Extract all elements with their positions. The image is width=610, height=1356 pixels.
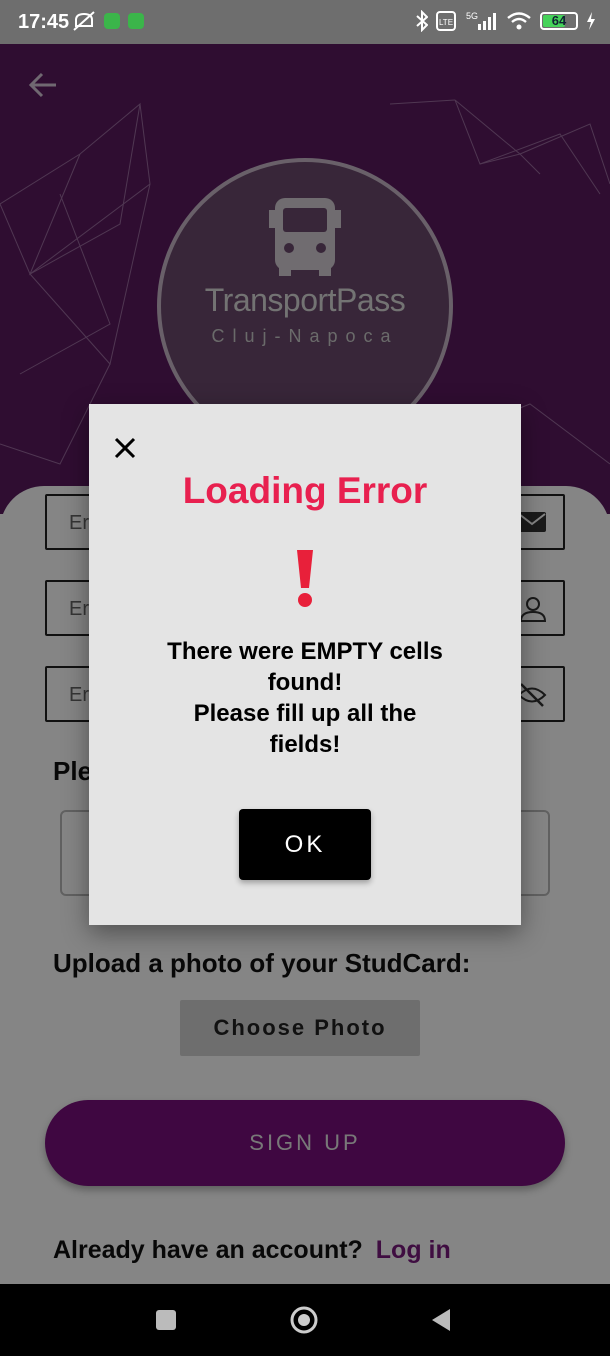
app-icon xyxy=(104,13,120,29)
app-icon xyxy=(128,13,144,29)
bluetooth-icon xyxy=(416,10,428,32)
recents-icon[interactable] xyxy=(152,1306,180,1334)
status-time: 17:45 xyxy=(18,11,70,33)
dialog-message-line1: There were EMPTY cells found! xyxy=(167,638,443,696)
svg-text:LTE: LTE xyxy=(439,18,453,27)
svg-text:5G: 5G xyxy=(466,11,478,21)
system-nav-bar xyxy=(0,1284,610,1356)
status-left-icons xyxy=(72,10,144,32)
dialog-title: Loading Error xyxy=(182,470,428,511)
wifi-icon xyxy=(507,12,531,30)
status-bar: 17:45 LTE 5G 64 xyxy=(0,0,610,44)
5g-signal-icon: 5G xyxy=(466,11,496,30)
close-button[interactable] xyxy=(111,434,139,462)
charging-icon xyxy=(587,12,595,30)
dialog-message-line2: Please fill up all the fields! xyxy=(193,700,417,758)
battery-icon: 64 xyxy=(540,12,578,30)
home-icon[interactable] xyxy=(289,1305,319,1335)
exclamation-icon xyxy=(297,550,313,607)
volte-icon: LTE xyxy=(436,11,456,31)
back-icon[interactable] xyxy=(428,1306,456,1334)
close-icon xyxy=(114,437,136,459)
mute-icon xyxy=(73,11,95,31)
ok-button[interactable]: OK xyxy=(239,809,371,880)
status-right-icons: LTE 5G 64 xyxy=(416,10,596,32)
dialog-message: There were EMPTY cells found! Please fil… xyxy=(129,636,481,760)
battery-level: 64 xyxy=(551,13,567,28)
error-dialog: Loading Error There were EMPTY cells fou… xyxy=(89,404,521,925)
signup-screen: TransportPass Cluj-Napoca Er Er Er Ple U… xyxy=(0,44,610,1284)
